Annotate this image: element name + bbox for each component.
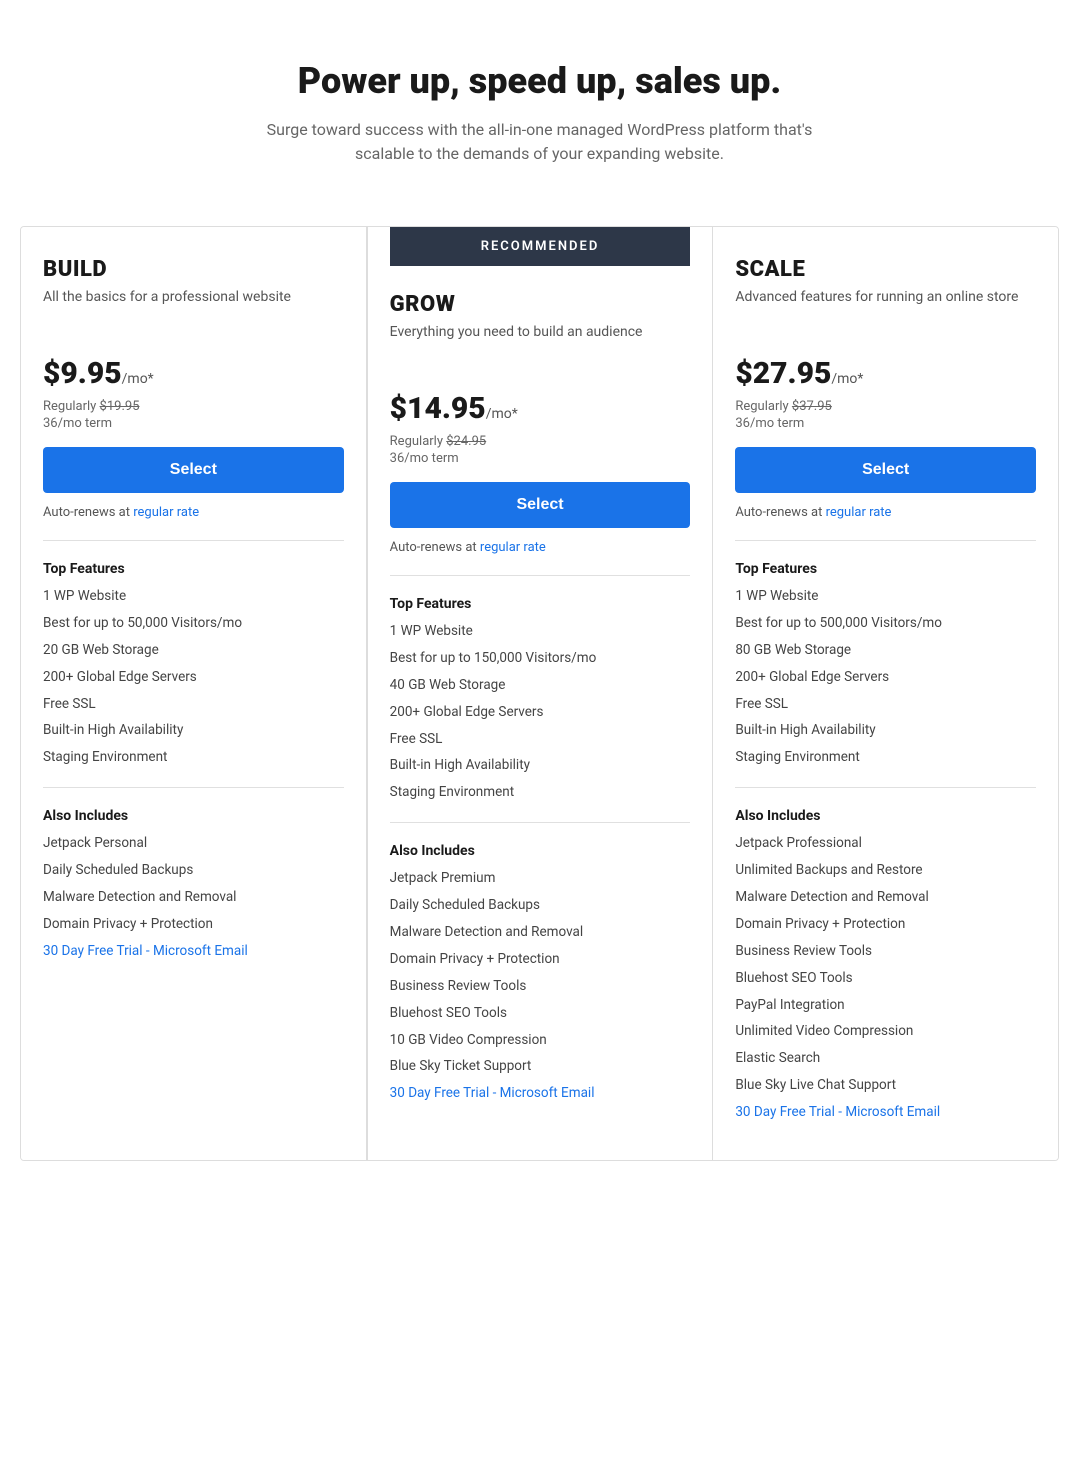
plan-scale-include-4: Business Review Tools (735, 942, 1036, 961)
plan-grow-include-1: Daily Scheduled Backups (390, 896, 691, 915)
plan-scale-include-2: Malware Detection and Removal (735, 888, 1036, 907)
page-wrapper: Power up, speed up, sales up. Surge towa… (20, 40, 1059, 1161)
plan-scale-feature-0: 1 WP Website (735, 587, 1036, 606)
plan-grow-regular-rate-link[interactable]: regular rate (480, 540, 546, 555)
plan-grow-feature-5: Built-in High Availability (390, 756, 691, 775)
plan-scale-price-block: $27.95/mo* (735, 356, 1036, 391)
recommended-badge: RECOMMENDED (390, 227, 691, 266)
plan-scale-name: SCALE (735, 257, 1036, 282)
plan-grow-include-4: Business Review Tools (390, 977, 691, 996)
plan-build-feature-2: 20 GB Web Storage (43, 641, 344, 660)
plan-build-price: $9.95/mo* (43, 356, 154, 391)
plan-build-name: BUILD (43, 257, 344, 282)
plan-grow-feature-3: 200+ Global Edge Servers (390, 703, 691, 722)
plan-scale-include-0: Jetpack Professional (735, 834, 1036, 853)
plan-grow-feature-2: 40 GB Web Storage (390, 676, 691, 695)
plan-grow-price: $14.95/mo* (390, 391, 518, 426)
plan-scale-term: 36/mo term (735, 416, 1036, 431)
plan-build-regular-price: Regularly $19.95 (43, 399, 344, 414)
divider-scale-1 (735, 540, 1036, 541)
plan-build: BUILD All the basics for a professional … (21, 227, 367, 1160)
plan-scale-regular-price: Regularly $37.95 (735, 399, 1036, 414)
plan-build-include-1: Daily Scheduled Backups (43, 861, 344, 880)
plan-grow-desc: Everything you need to build an audience (390, 323, 691, 371)
plan-grow-price-block: $14.95/mo* (390, 391, 691, 426)
plan-grow-include-8: 30 Day Free Trial - Microsoft Email (390, 1084, 691, 1103)
plan-grow-feature-0: 1 WP Website (390, 622, 691, 641)
plan-scale-regular-rate-link[interactable]: regular rate (826, 505, 892, 520)
plan-grow-auto-renews: Auto-renews at regular rate (390, 540, 691, 555)
plan-scale-feature-4: Free SSL (735, 695, 1036, 714)
plan-scale-include-5: Bluehost SEO Tools (735, 969, 1036, 988)
plan-scale-include-8: Elastic Search (735, 1049, 1036, 1068)
plan-grow-term: 36/mo term (390, 451, 691, 466)
divider-grow-2 (390, 822, 691, 823)
plan-scale-top-features-heading: Top Features (735, 561, 1036, 577)
plan-scale-price: $27.95/mo* (735, 356, 863, 391)
page-title: Power up, speed up, sales up. (40, 60, 1039, 102)
plan-build-regular-rate-link[interactable]: regular rate (133, 505, 199, 520)
plan-scale-auto-renews: Auto-renews at regular rate (735, 505, 1036, 520)
plan-build-include-2: Malware Detection and Removal (43, 888, 344, 907)
plan-scale-also-includes-heading: Also Includes (735, 808, 1036, 824)
plan-grow-feature-1: Best for up to 150,000 Visitors/mo (390, 649, 691, 668)
plan-scale-feature-6: Staging Environment (735, 748, 1036, 767)
plan-build-price-block: $9.95/mo* (43, 356, 344, 391)
plan-build-desc: All the basics for a professional websit… (43, 288, 344, 336)
plan-scale-feature-5: Built-in High Availability (735, 721, 1036, 740)
divider-build-2 (43, 787, 344, 788)
plan-grow-select-button[interactable]: Select (390, 482, 691, 528)
plan-grow-include-2: Malware Detection and Removal (390, 923, 691, 942)
plan-scale-email-link[interactable]: 30 Day Free Trial - Microsoft Email (735, 1104, 940, 1120)
plan-grow-include-6: 10 GB Video Compression (390, 1031, 691, 1050)
plan-scale-feature-3: 200+ Global Edge Servers (735, 668, 1036, 687)
plan-build-auto-renews: Auto-renews at regular rate (43, 505, 344, 520)
plan-scale-feature-2: 80 GB Web Storage (735, 641, 1036, 660)
plans-container: BUILD All the basics for a professional … (20, 226, 1059, 1161)
plan-scale-feature-1: Best for up to 500,000 Visitors/mo (735, 614, 1036, 633)
plan-build-feature-3: 200+ Global Edge Servers (43, 668, 344, 687)
plan-build-term: 36/mo term (43, 416, 344, 431)
plan-grow-feature-6: Staging Environment (390, 783, 691, 802)
plan-scale-include-6: PayPal Integration (735, 996, 1036, 1015)
plan-scale-include-9: Blue Sky Live Chat Support (735, 1076, 1036, 1095)
plan-scale-desc: Advanced features for running an online … (735, 288, 1036, 336)
plan-build-feature-4: Free SSL (43, 695, 344, 714)
plan-scale: SCALE Advanced features for running an o… (713, 227, 1058, 1160)
plan-build-include-3: Domain Privacy + Protection (43, 915, 344, 934)
plan-scale-include-7: Unlimited Video Compression (735, 1022, 1036, 1041)
plan-scale-include-1: Unlimited Backups and Restore (735, 861, 1036, 880)
plan-grow-include-0: Jetpack Premium (390, 869, 691, 888)
plan-grow: RECOMMENDED GROW Everything you need to … (367, 227, 714, 1160)
plan-grow-include-5: Bluehost SEO Tools (390, 1004, 691, 1023)
plan-build-feature-5: Built-in High Availability (43, 721, 344, 740)
page-header: Power up, speed up, sales up. Surge towa… (20, 40, 1059, 186)
plan-grow-email-link[interactable]: 30 Day Free Trial - Microsoft Email (390, 1085, 595, 1101)
plan-grow-name: GROW (390, 292, 691, 317)
plan-build-feature-0: 1 WP Website (43, 587, 344, 606)
plan-grow-feature-4: Free SSL (390, 730, 691, 749)
plan-scale-select-button[interactable]: Select (735, 447, 1036, 493)
plan-build-feature-1: Best for up to 50,000 Visitors/mo (43, 614, 344, 633)
plan-grow-top-features-heading: Top Features (390, 596, 691, 612)
page-subtitle: Surge toward success with the all-in-one… (250, 118, 830, 166)
plan-build-include-4: 30 Day Free Trial - Microsoft Email (43, 942, 344, 961)
plan-scale-include-3: Domain Privacy + Protection (735, 915, 1036, 934)
plan-grow-also-includes-heading: Also Includes (390, 843, 691, 859)
divider-scale-2 (735, 787, 1036, 788)
plan-build-select-button[interactable]: Select (43, 447, 344, 493)
plan-build-email-link[interactable]: 30 Day Free Trial - Microsoft Email (43, 943, 248, 959)
plan-build-feature-6: Staging Environment (43, 748, 344, 767)
divider-grow-1 (390, 575, 691, 576)
divider-build-1 (43, 540, 344, 541)
plan-build-include-0: Jetpack Personal (43, 834, 344, 853)
plan-scale-include-10: 30 Day Free Trial - Microsoft Email (735, 1103, 1036, 1122)
plan-build-also-includes-heading: Also Includes (43, 808, 344, 824)
plan-build-top-features-heading: Top Features (43, 561, 344, 577)
plan-grow-include-3: Domain Privacy + Protection (390, 950, 691, 969)
plan-grow-regular-price: Regularly $24.95 (390, 434, 691, 449)
plan-grow-include-7: Blue Sky Ticket Support (390, 1057, 691, 1076)
